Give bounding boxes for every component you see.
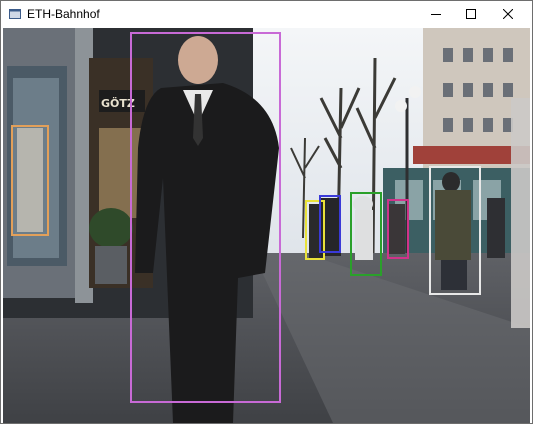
- app-icon: [9, 9, 21, 19]
- video-frame: GÖTZ: [3, 28, 530, 423]
- minimize-button[interactable]: [419, 1, 453, 27]
- maximize-button[interactable]: [454, 1, 488, 27]
- detection-box: [350, 192, 382, 276]
- detection-box: [130, 32, 281, 403]
- title-bar[interactable]: ETH-Bahnhof: [1, 1, 532, 27]
- window-title: ETH-Bahnhof: [27, 7, 100, 21]
- detection-box: [387, 199, 409, 259]
- close-icon: [503, 9, 513, 19]
- detection-box: [11, 125, 49, 236]
- maximize-icon: [466, 9, 476, 19]
- close-button[interactable]: [491, 1, 525, 27]
- detection-box: [319, 195, 341, 253]
- detection-box: [429, 166, 481, 295]
- app-window: ETH-Bahnhof GÖTZ: [0, 0, 533, 424]
- minimize-icon: [431, 14, 441, 15]
